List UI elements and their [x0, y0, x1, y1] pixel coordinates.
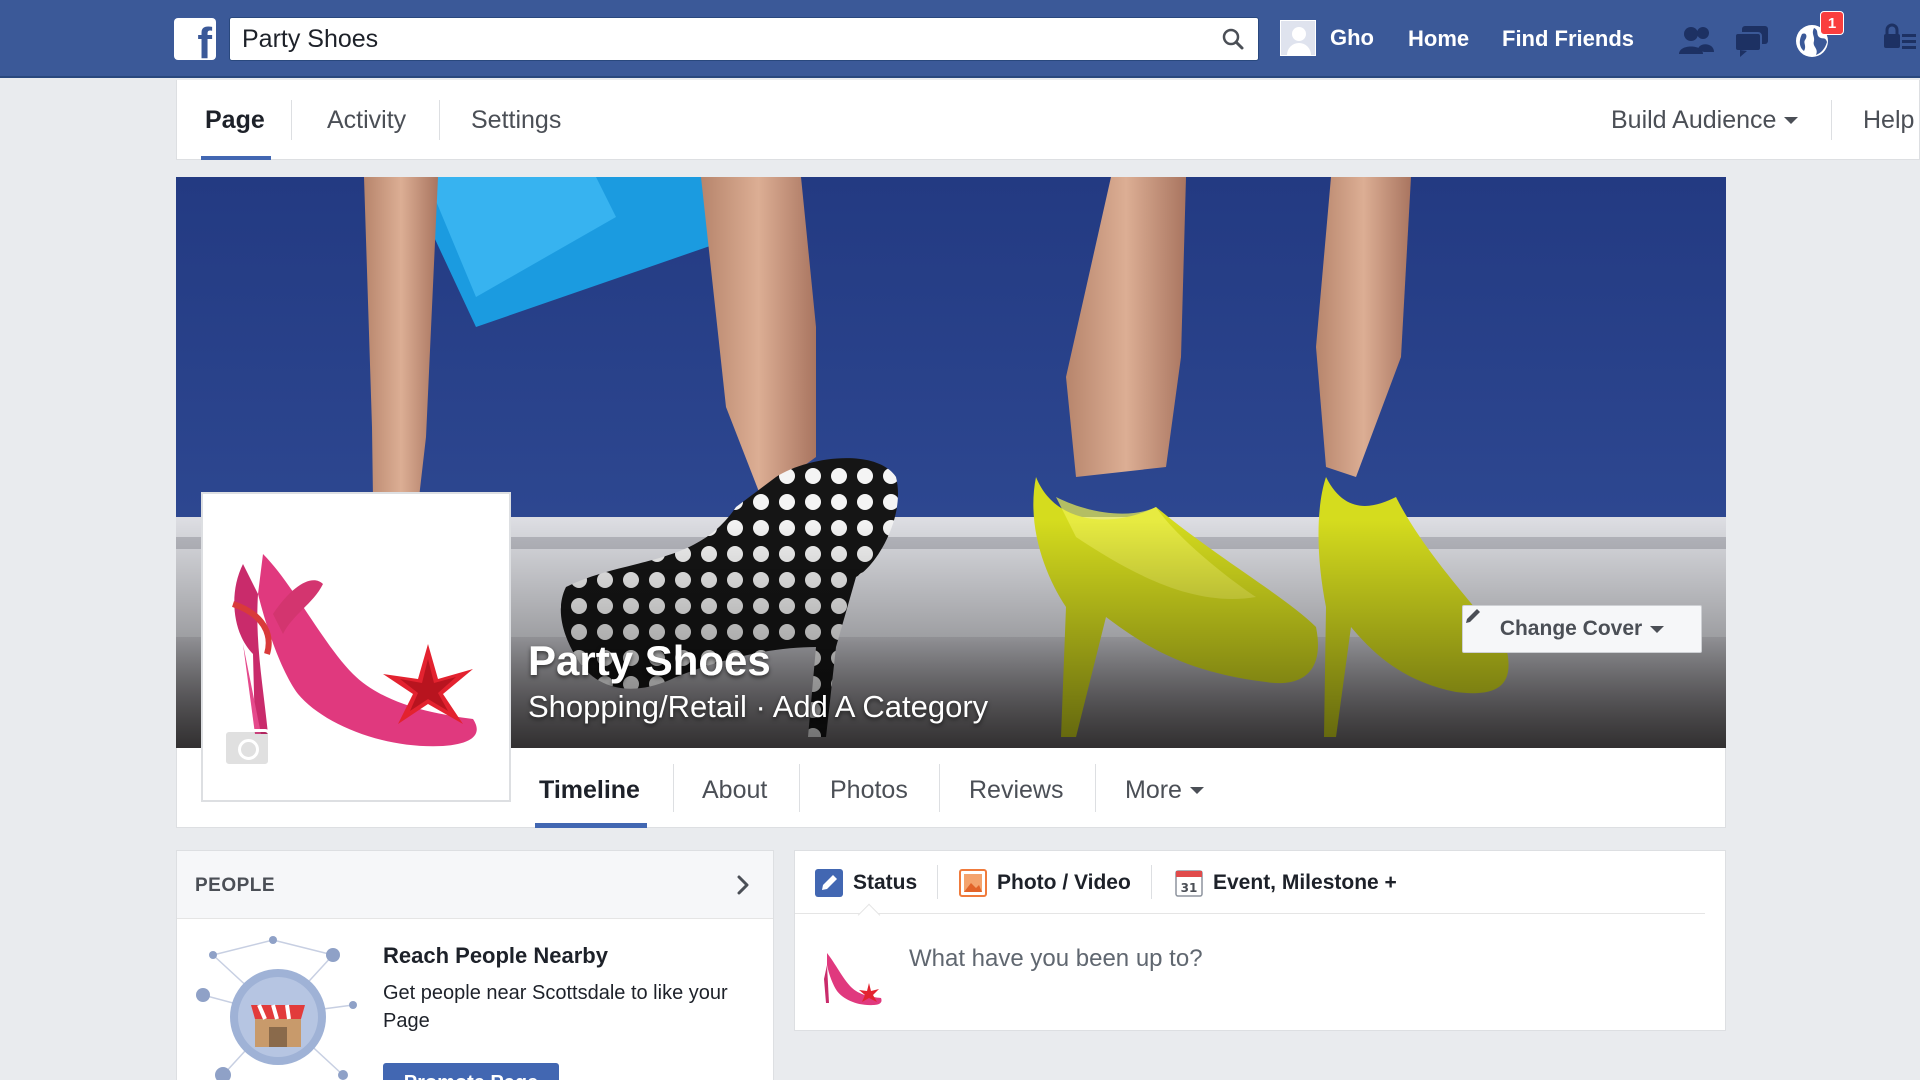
reach-people-title: Reach People Nearby [383, 943, 608, 968]
tab-divider [291, 100, 292, 140]
user-name: Gho [1330, 25, 1374, 50]
help-link[interactable]: Help [1863, 106, 1914, 135]
local-store-icon [196, 936, 357, 1080]
tab-divider [439, 100, 440, 140]
user-avatar [1280, 20, 1316, 56]
composer-tab-bar: Status Photo / Video 31 Event, Milestone… [795, 851, 1705, 914]
tab-divider [1095, 764, 1096, 812]
photo-video-label: Photo / Video [997, 871, 1131, 894]
page-avatar-shoe [815, 941, 885, 1011]
chevron-right-icon[interactable] [731, 873, 755, 897]
promote-page-button[interactable]: Promote Page [383, 1063, 559, 1080]
event-milestone-label: Event, Milestone + [1213, 871, 1397, 894]
post-composer: Status Photo / Video 31 Event, Milestone… [794, 850, 1726, 1031]
tab-activity[interactable]: Activity [327, 106, 406, 135]
composer-tab-photo-video[interactable]: Photo / Video [959, 869, 1131, 897]
status-pencil-icon [815, 869, 843, 897]
tab-photos[interactable]: Photos [830, 776, 908, 805]
search-box [229, 17, 1259, 61]
pencil-icon [1466, 609, 1480, 623]
status-input[interactable] [909, 939, 1689, 979]
people-panel: PEOPLE Reach People Nearby Get people ne… [176, 850, 774, 1080]
messages-icon[interactable] [1732, 20, 1772, 60]
search-icon [1222, 28, 1244, 50]
tab-about[interactable]: About [702, 776, 767, 805]
facebook-logo-icon[interactable]: f [174, 18, 216, 60]
active-tab-indicator [535, 823, 647, 828]
people-panel-header[interactable]: PEOPLE [177, 851, 773, 919]
tab-more[interactable]: More [1125, 776, 1204, 805]
search-input[interactable] [230, 18, 1190, 60]
chevron-down-icon [1784, 117, 1799, 124]
profile-link[interactable]: Gho [1280, 20, 1374, 56]
calendar-day: 31 [1181, 881, 1198, 895]
chevron-down-icon [1650, 625, 1665, 633]
profile-picture[interactable] [201, 492, 511, 802]
tab-timeline[interactable]: Timeline [539, 776, 640, 805]
status-label: Status [853, 871, 918, 894]
active-tab-indicator [201, 156, 271, 160]
tab-page[interactable]: Page [205, 106, 265, 135]
tab-more-label: More [1125, 776, 1182, 804]
people-panel-title: PEOPLE [195, 875, 276, 896]
privacy-shortcuts-icon[interactable] [1878, 20, 1918, 60]
page-admin-bar: Page Activity Settings Build Audience He… [176, 80, 1920, 160]
home-link[interactable]: Home [1408, 26, 1469, 52]
photo-icon [959, 869, 987, 897]
camera-icon[interactable] [223, 729, 271, 767]
page-category[interactable]: Shopping/Retail · Add A Category [528, 689, 988, 725]
friend-requests-icon[interactable] [1676, 20, 1716, 60]
tab-reviews[interactable]: Reviews [969, 776, 1063, 805]
build-audience-label: Build Audience [1611, 106, 1777, 134]
tab-divider [939, 764, 940, 812]
tab-settings[interactable]: Settings [471, 106, 561, 135]
reach-people-description: Get people near Scottsdale to like your … [383, 982, 728, 1032]
page-name[interactable]: Party Shoes [528, 637, 771, 685]
notification-badge: 1 [1820, 11, 1844, 35]
tab-divider [937, 865, 938, 899]
tab-divider [673, 764, 674, 812]
chevron-down-icon [1189, 787, 1204, 794]
change-cover-button[interactable]: Change Cover [1462, 605, 1702, 653]
composer-tab-event-milestone[interactable]: 31 Event, Milestone + [1175, 869, 1397, 897]
tab-divider [1831, 100, 1832, 140]
calendar-icon: 31 [1175, 870, 1203, 897]
change-cover-label: Change Cover [1499, 617, 1643, 640]
build-audience-dropdown[interactable]: Build Audience [1611, 106, 1799, 135]
composer-tab-status[interactable]: Status [815, 869, 917, 897]
search-button[interactable] [1208, 18, 1258, 60]
find-friends-link[interactable]: Find Friends [1502, 26, 1634, 52]
tab-divider [1151, 865, 1152, 899]
tab-divider [799, 764, 800, 812]
top-navigation-bar: f Gho Home Find Friends 1 [0, 0, 1920, 78]
